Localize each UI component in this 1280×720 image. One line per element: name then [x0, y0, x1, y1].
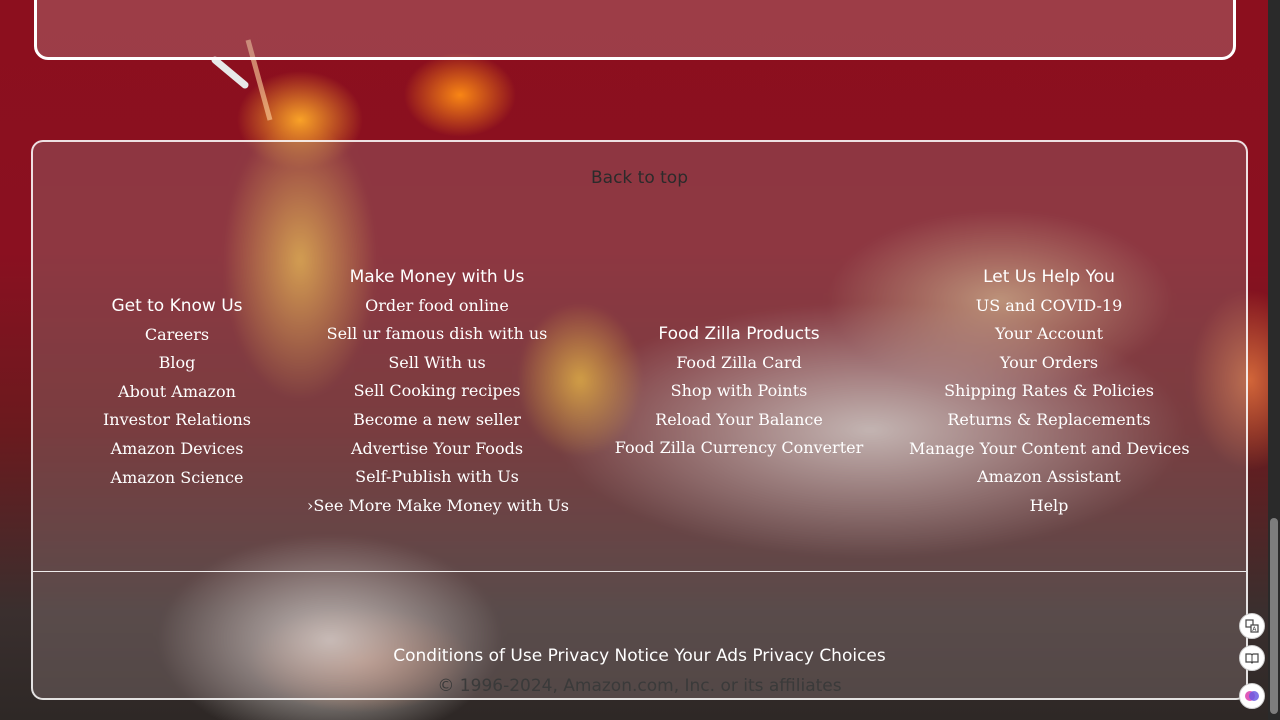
reader-icon[interactable]: [1239, 645, 1265, 671]
footer-link[interactable]: About Amazon: [88, 378, 266, 407]
footer-link[interactable]: Food Zilla Currency Converter: [609, 434, 869, 463]
conditions-of-use-link[interactable]: Conditions of Use: [393, 646, 542, 666]
footer-link[interactable]: Careers: [88, 321, 266, 350]
footer-link[interactable]: Sell ur famous dish with us: [307, 320, 567, 349]
assistant-icon[interactable]: [1239, 683, 1265, 709]
footer-link[interactable]: Your Orders: [909, 349, 1189, 378]
footer-link[interactable]: Shop with Points: [609, 377, 869, 406]
ads-privacy-choices-link[interactable]: Your Ads Privacy Choices: [674, 646, 885, 666]
footer-link[interactable]: Food Zilla Card: [609, 349, 869, 378]
footer-column-let-us-help-you: Let Us Help You US and COVID-19 Your Acc…: [909, 263, 1190, 521]
footer-link[interactable]: Self-Publish with Us: [307, 463, 567, 492]
content-card: [34, 0, 1236, 60]
legal-links: Conditions of Use Privacy Notice Your Ad…: [33, 646, 1246, 666]
footer-link[interactable]: Amazon Assistant: [909, 463, 1189, 492]
footer-link[interactable]: Amazon Devices: [88, 435, 266, 464]
footer-link[interactable]: Order food online: [307, 292, 567, 321]
column-heading: Let Us Help You: [983, 267, 1115, 287]
scrollbar[interactable]: [1268, 0, 1280, 720]
back-to-top-link[interactable]: Back to top: [33, 168, 1246, 188]
footer-link[interactable]: Help: [909, 492, 1189, 521]
footer-divider: [33, 571, 1246, 572]
column-heading: Food Zilla Products: [658, 324, 820, 344]
footer-link[interactable]: Sell Cooking recipes: [307, 377, 567, 406]
copyright-text: © 1996-2024, Amazon.com, Inc. or its aff…: [437, 676, 842, 696]
translate-icon[interactable]: A: [1239, 613, 1265, 639]
footer-link[interactable]: Reload Your Balance: [609, 406, 869, 435]
footer-link[interactable]: US and COVID-19: [909, 292, 1189, 321]
footer-link[interactable]: Blog: [88, 349, 266, 378]
footer-link[interactable]: Your Account: [909, 320, 1189, 349]
footer-link[interactable]: Become a new seller: [307, 406, 567, 435]
footer-link[interactable]: Returns & Replacements: [909, 406, 1189, 435]
column-heading: Get to Know Us: [111, 296, 243, 316]
footer-column-food-zilla-products: Food Zilla Products Food Zilla Card Shop…: [609, 320, 869, 463]
footer-link[interactable]: Shipping Rates & Policies: [909, 377, 1189, 406]
site-footer: Back to top Get to Know Us Careers Blog …: [31, 140, 1248, 700]
footer-link[interactable]: Advertise Your Foods: [307, 435, 567, 464]
footer-column-make-money: Make Money with Us Order food online Sel…: [307, 263, 569, 521]
footer-column-get-to-know-us: Get to Know Us Careers Blog About Amazon…: [88, 292, 266, 492]
footer-link[interactable]: Sell With us: [307, 349, 567, 378]
column-heading: Make Money with Us: [349, 267, 525, 287]
footer-link[interactable]: Amazon Science: [88, 464, 266, 493]
footer-link[interactable]: Manage Your Content and Devices: [909, 435, 1190, 464]
privacy-notice-link[interactable]: Privacy Notice: [548, 646, 669, 666]
scrollbar-thumb[interactable]: [1270, 518, 1278, 714]
footer-link[interactable]: Investor Relations: [88, 406, 266, 435]
footer-link[interactable]: ›See More Make Money with Us: [307, 492, 569, 521]
